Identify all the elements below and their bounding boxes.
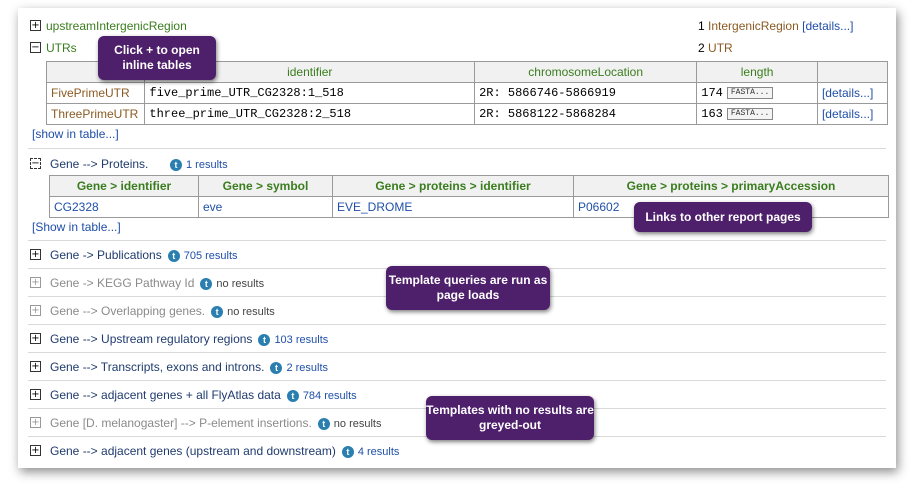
expand-template-icon[interactable]: + <box>30 277 41 288</box>
callout-links: Links to other report pages <box>634 202 812 232</box>
collapse-proteins-icon[interactable]: − <box>30 158 41 169</box>
template-row: Gene [D. melanogaster] --> P-element ins… <box>50 416 382 430</box>
callout-template-queries: Template queries are run as page loads <box>386 266 550 310</box>
proteins-title[interactable]: Gene --> Proteins. <box>50 157 148 171</box>
utr-header-actions <box>816 61 889 83</box>
expand-template-icon[interactable]: + <box>30 445 41 456</box>
template-results: 784 results <box>302 390 357 402</box>
divider <box>28 324 886 325</box>
upstream-details-link[interactable]: [details...] <box>802 19 853 33</box>
table-row: FivePrimeUTR five_prime_UTR_CG2328:1_518… <box>45 82 889 104</box>
proteins-header-symbol[interactable]: Gene > symbol <box>198 175 333 197</box>
template-row: Gene --> adjacent genes + all FlyAtlas d… <box>50 388 357 402</box>
expand-template-icon[interactable]: + <box>30 361 41 372</box>
template-results: 705 results <box>183 250 238 262</box>
utr-class-cell[interactable]: FivePrimeUTR <box>45 82 146 104</box>
utrs-summary: 2 UTR <box>698 41 733 55</box>
template-title[interactable]: Gene --> Overlapping genes. <box>50 304 205 318</box>
info-icon[interactable]: t <box>317 417 330 430</box>
table-row: ThreePrimeUTR three_prime_UTR_CG2328:2_5… <box>45 103 889 125</box>
fasta-button[interactable]: FASTA... <box>726 107 774 120</box>
info-icon[interactable]: t <box>211 305 224 318</box>
proteins-show-in-table-link[interactable]: [Show in table...] <box>32 220 121 234</box>
info-icon[interactable]: t <box>270 361 283 374</box>
utrs-label[interactable]: UTRs <box>46 41 77 55</box>
protein-identifier-link[interactable]: EVE_DROME <box>332 196 574 218</box>
template-title[interactable]: Gene -> KEGG Pathway Id <box>50 276 194 290</box>
expand-template-icon[interactable]: + <box>30 417 41 428</box>
template-results: no results <box>333 418 382 430</box>
upstream-summary: 1 IntergenicRegion [details...] <box>698 19 854 33</box>
template-title[interactable]: Gene --> adjacent genes + all FlyAtlas d… <box>50 388 281 402</box>
template-title[interactable]: Gene [D. melanogaster] --> P-element ins… <box>50 416 312 430</box>
utr-identifier-cell[interactable]: three_prime_UTR_CG2328:2_518 <box>144 103 476 125</box>
expand-template-icon[interactable]: + <box>30 305 41 316</box>
callout-open-tables: Click + to open inline tables <box>98 36 216 80</box>
template-results: 103 results <box>274 334 329 346</box>
gene-identifier-link[interactable]: CG2328 <box>49 196 199 218</box>
template-title[interactable]: Gene -> Publications <box>50 248 162 262</box>
utr-identifier-cell[interactable]: five_prime_UTR_CG2328:1_518 <box>144 82 476 104</box>
callout-greyed: Templates with no results are greyed-out <box>426 396 594 440</box>
expand-template-icon[interactable]: + <box>30 249 41 260</box>
divider <box>28 352 886 353</box>
template-title[interactable]: Gene --> Transcripts, exons and introns. <box>50 360 264 374</box>
divider <box>28 380 886 381</box>
info-icon[interactable]: t <box>258 333 271 346</box>
info-icon[interactable]: t <box>170 158 182 171</box>
info-icon[interactable]: t <box>200 277 213 290</box>
expand-template-icon[interactable]: + <box>30 389 41 400</box>
info-icon[interactable]: t <box>286 389 299 402</box>
expand-template-icon[interactable]: + <box>30 333 41 344</box>
expand-upstream-icon[interactable]: + <box>30 20 41 31</box>
utr-header-length[interactable]: length <box>696 61 818 83</box>
utr-details-link[interactable]: [details...] <box>816 103 889 125</box>
gene-symbol-link[interactable]: eve <box>198 196 333 218</box>
fasta-button[interactable]: FASTA... <box>726 86 774 99</box>
template-row: Gene --> Upstream regulatory regions t 103… <box>50 332 328 346</box>
template-results: 4 results <box>357 446 400 458</box>
template-results: no results <box>227 306 275 318</box>
template-results: 2 results <box>286 362 329 374</box>
template-row: Gene --> adjacent genes (upstream and do… <box>50 444 399 458</box>
divider <box>28 148 886 149</box>
divider <box>28 240 886 241</box>
utr-details-link[interactable]: [details...] <box>816 82 889 104</box>
utr-location-cell: 2R: 5866746-5866919 <box>474 82 698 104</box>
template-results: no results <box>216 278 265 290</box>
info-icon[interactable]: t <box>341 445 354 458</box>
template-row: Gene --> Transcripts, exons and introns.… <box>50 360 328 374</box>
utr-location-cell: 2R: 5868122-5868284 <box>474 103 698 125</box>
utr-header-location[interactable]: chromosomeLocation <box>474 61 698 83</box>
template-row: Gene -> Publications t 705 results <box>50 248 238 262</box>
proteins-header-accession[interactable]: Gene > proteins > primaryAccession <box>573 175 889 197</box>
template-title[interactable]: Gene --> adjacent genes (upstream and do… <box>50 444 336 458</box>
upstream-label[interactable]: upstreamIntergenicRegion <box>46 19 187 33</box>
utr-class-cell[interactable]: ThreePrimeUTR <box>45 103 146 125</box>
template-row: Gene --> Overlapping genes. t no results <box>50 304 275 318</box>
utr-show-in-table-link[interactable]: [show in table...] <box>32 127 119 141</box>
utr-length-cell: 163 FASTA... <box>696 103 818 125</box>
proteins-results: t1 results <box>164 157 228 171</box>
proteins-header-protein-id[interactable]: Gene > proteins > identifier <box>332 175 574 197</box>
template-title[interactable]: Gene --> Upstream regulatory regions <box>50 332 252 346</box>
info-icon[interactable]: t <box>167 249 180 262</box>
report-panel: + upstreamIntergenicRegion 1 IntergenicR… <box>18 8 896 468</box>
template-row: Gene -> KEGG Pathway Id t no results <box>50 276 264 290</box>
collapse-utrs-icon[interactable]: − <box>30 42 41 53</box>
proteins-header-identifier[interactable]: Gene > identifier <box>49 175 199 197</box>
utr-length-cell: 174 FASTA... <box>696 82 818 104</box>
